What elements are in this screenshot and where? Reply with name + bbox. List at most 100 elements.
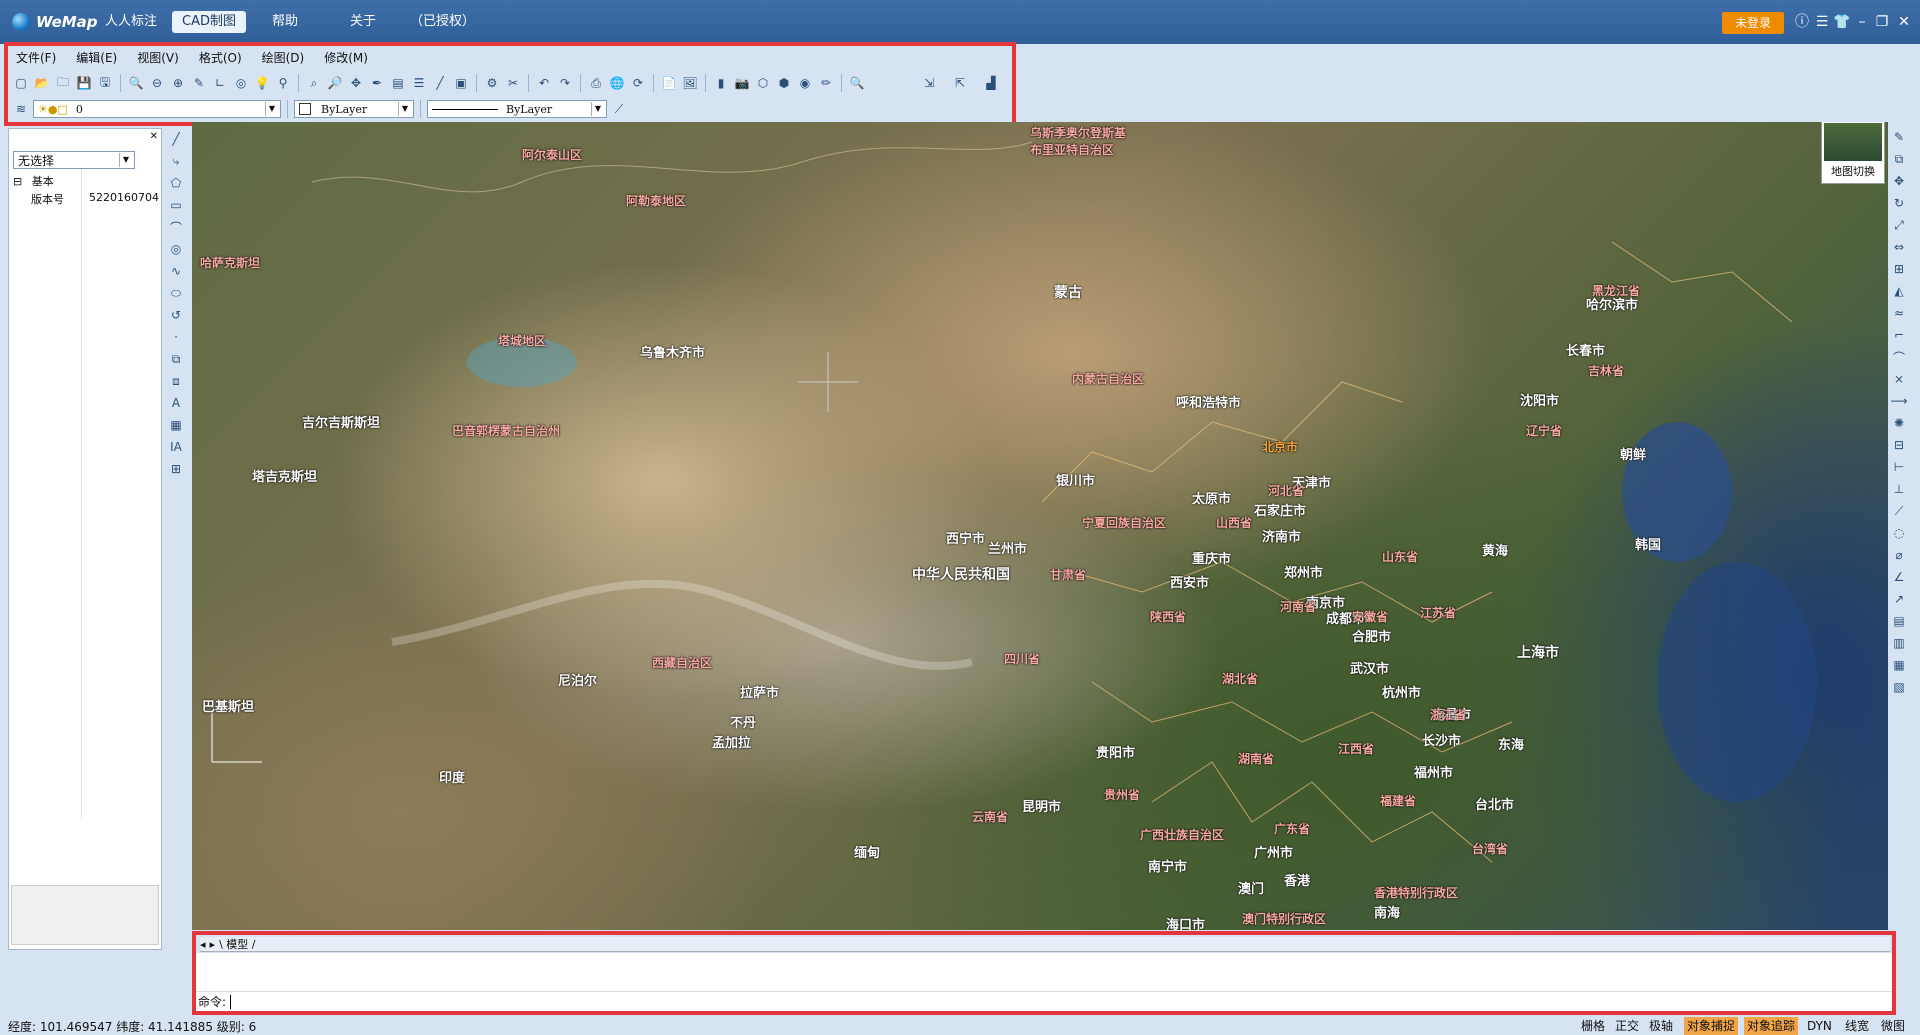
info-icon[interactable]: ⓘ	[1792, 12, 1812, 32]
polygon-icon[interactable]: ⬠	[167, 174, 185, 192]
text-icon[interactable]: A	[167, 394, 185, 412]
print-icon[interactable]: ⎙	[587, 74, 605, 92]
redo-icon[interactable]: ↷	[556, 74, 574, 92]
light-icon[interactable]: 💡	[253, 74, 271, 92]
status-osnap[interactable]: 对象捕捉	[1684, 1017, 1739, 1035]
layer-off-icon[interactable]: ▦	[1890, 656, 1908, 674]
zoom-window-icon[interactable]: 🔍	[127, 74, 145, 92]
status-lineweight[interactable]: 线宽	[1842, 1017, 1872, 1035]
measure-icon[interactable]: ✎	[190, 74, 208, 92]
status-dyn[interactable]: DYN	[1804, 1017, 1835, 1035]
tree-group[interactable]: ⊟ 基本	[13, 173, 54, 189]
circle-icon[interactable]: ◎	[167, 240, 185, 258]
pointer-icon[interactable]: ▮	[712, 74, 730, 92]
pan-icon[interactable]: ✥	[347, 74, 365, 92]
collapse-icon[interactable]: ⊟	[13, 175, 22, 188]
zoom-extents-icon[interactable]: ◎	[232, 74, 250, 92]
close-panel-icon[interactable]: ✕	[150, 131, 158, 142]
color-select[interactable]: ByLayer ▼	[294, 100, 414, 118]
minimize-icon[interactable]: –	[1852, 12, 1872, 32]
array-icon[interactable]: ⊞	[1890, 260, 1908, 278]
tab-prev-icon[interactable]: ◂	[200, 938, 206, 951]
polyline-icon[interactable]: ⤷	[167, 152, 185, 170]
pan-zoom-icon[interactable]: ⌕	[305, 74, 323, 92]
refresh-icon[interactable]: ⟳	[629, 74, 647, 92]
login-button[interactable]: 未登录	[1722, 12, 1784, 34]
zoom-out-icon[interactable]: ⊖	[148, 74, 166, 92]
menu-icon[interactable]: ☰	[1812, 12, 1832, 32]
extend-icon[interactable]: ⟶	[1890, 392, 1908, 410]
draw-line-icon[interactable]: ╱	[431, 74, 449, 92]
copy-icon[interactable]: ⧉	[1890, 150, 1908, 168]
trim-icon[interactable]: ⨯	[1890, 370, 1908, 388]
skin-icon[interactable]: 👕	[1832, 12, 1852, 32]
tab-annotation[interactable]: 人人标注	[95, 11, 167, 33]
properties-icon[interactable]: ⚙	[483, 74, 501, 92]
status-grid[interactable]: 栅格	[1578, 1017, 1608, 1035]
tab-model[interactable]: \ 模型 /	[219, 936, 255, 952]
save-as-icon[interactable]: 🖫	[96, 74, 114, 92]
find-icon[interactable]: 🔍	[848, 74, 866, 92]
rotate-icon[interactable]: ↻	[1890, 194, 1908, 212]
shapes-icon[interactable]: ⬡	[754, 74, 772, 92]
table-icon[interactable]: ⊞	[167, 460, 185, 478]
layers-icon[interactable]: ☰	[410, 74, 428, 92]
offset-icon[interactable]: ≈	[1890, 304, 1908, 322]
menu-edit[interactable]: 编辑(E)	[68, 47, 125, 67]
ucs-icon[interactable]: ∟	[211, 74, 229, 92]
menu-view[interactable]: 视图(V)	[129, 47, 187, 67]
erase-icon[interactable]: ✎	[1890, 128, 1908, 146]
diameter-dim-icon[interactable]: ⌀	[1890, 546, 1908, 564]
query-icon[interactable]: ⚲	[274, 74, 292, 92]
camera-icon[interactable]: 📷	[733, 74, 751, 92]
layer-manager-icon[interactable]: ≋	[12, 100, 30, 118]
close-icon[interactable]: ✕	[1894, 12, 1914, 32]
zoom-in-icon[interactable]: ⊕	[169, 74, 187, 92]
linetype-select[interactable]: ByLayer ▼	[427, 100, 607, 118]
stretch-icon[interactable]: ⇔	[1890, 238, 1908, 256]
mirror-icon[interactable]: ◭	[1890, 282, 1908, 300]
lineweight-icon[interactable]: ⟋	[610, 100, 628, 118]
export-map-icon[interactable]: ⇱	[951, 74, 969, 92]
dimension-icon[interactable]: ⊥	[1890, 480, 1908, 498]
rectangle-icon[interactable]: ▭	[167, 196, 185, 214]
ellipse-icon[interactable]: ⬭	[167, 284, 185, 302]
selection-select[interactable]: 无选择 ▼	[13, 151, 135, 169]
spline-icon[interactable]: ∿	[167, 262, 185, 280]
export-icon[interactable]: 🖼	[681, 74, 699, 92]
make-block-icon[interactable]: ⧈	[167, 372, 185, 390]
map-canvas[interactable]: 乌斯季奥尔登斯基 布里亚特自治区 哈萨克斯坦 蒙古 中华人民共和国 吉尔吉斯斯坦…	[192, 122, 1888, 930]
insert-block-icon[interactable]: ⧉	[167, 350, 185, 368]
menu-draw[interactable]: 绘图(D)	[254, 47, 313, 67]
menu-modify[interactable]: 修改(M)	[316, 47, 376, 67]
edit-icon[interactable]: ✏	[817, 74, 835, 92]
zoom-realtime-icon[interactable]: 🔎	[326, 74, 344, 92]
hatch-icon[interactable]: ▦	[167, 416, 185, 434]
chamfer-icon[interactable]: ⌒	[1890, 348, 1908, 366]
map-switch-button[interactable]: 地图切换	[1821, 122, 1885, 184]
save-icon[interactable]: 💾	[75, 74, 93, 92]
tab-cad[interactable]: CAD制图	[172, 11, 246, 33]
fillet-icon[interactable]: ⌐	[1890, 326, 1908, 344]
plot-icon[interactable]: 🌐	[608, 74, 626, 92]
import-icon[interactable]: ⇲	[920, 74, 938, 92]
hatch-icon[interactable]: ▤	[389, 74, 407, 92]
image-icon[interactable]: ▣	[452, 74, 470, 92]
status-miniview[interactable]: 微图	[1878, 1017, 1908, 1035]
explode-icon[interactable]: ✺	[1890, 414, 1908, 432]
aligned-dim-icon[interactable]: ⟋	[1890, 502, 1908, 520]
join-icon[interactable]: ⊢	[1890, 458, 1908, 476]
point-icon[interactable]: ·	[167, 328, 185, 346]
open-recent-icon[interactable]: 🗀	[54, 74, 72, 92]
layer-iso-icon[interactable]: ▥	[1890, 634, 1908, 652]
open-file-icon[interactable]: 📂	[33, 74, 51, 92]
chart-icon[interactable]: ▟	[982, 74, 1000, 92]
layer-select[interactable]: ☀●□ 0 ▼	[33, 100, 281, 118]
polygon-icon[interactable]: ⬢	[775, 74, 793, 92]
menu-file[interactable]: 文件(F)	[8, 47, 64, 67]
layer-walk-icon[interactable]: ▧	[1890, 678, 1908, 696]
angle-dim-icon[interactable]: ∠	[1890, 568, 1908, 586]
tab-help[interactable]: 帮助	[262, 11, 308, 33]
scale-icon[interactable]: ⤢	[1890, 216, 1908, 234]
web-icon[interactable]: ◉	[796, 74, 814, 92]
